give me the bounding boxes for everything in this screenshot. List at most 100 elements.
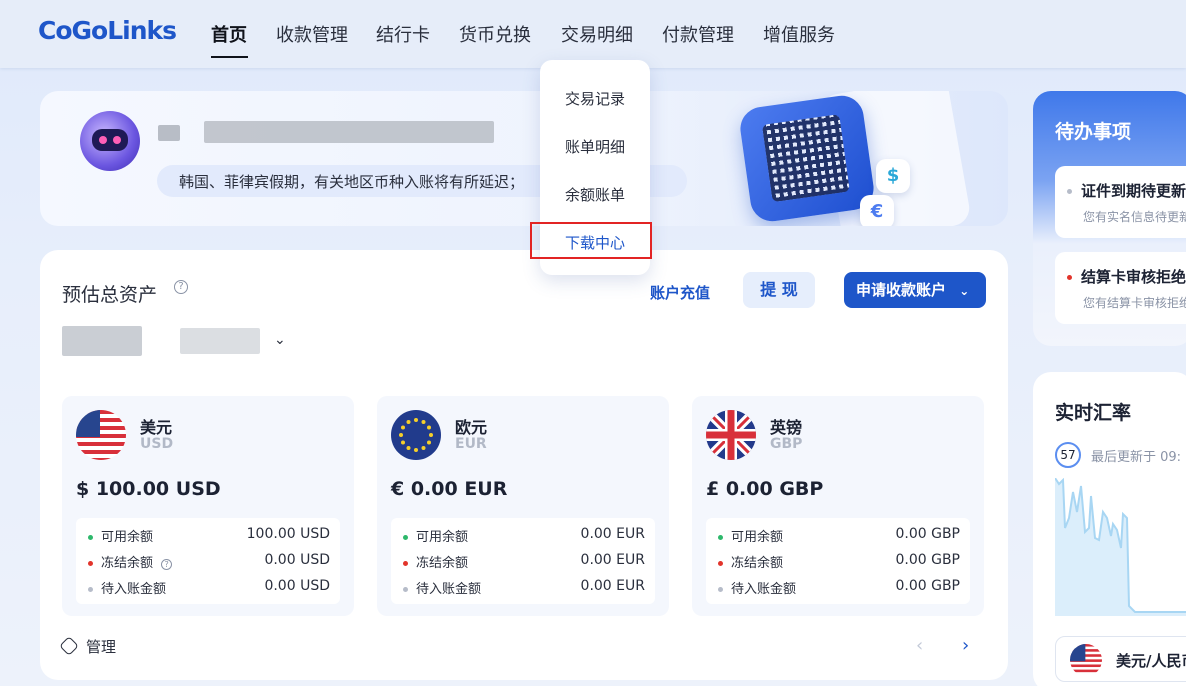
nav-active-indicator bbox=[211, 56, 248, 58]
blurred-total-amount bbox=[180, 328, 260, 354]
euro-coin-icon: € bbox=[860, 195, 894, 226]
currency-card-usd[interactable]: 美元 USD $ 100.00 USD 可用余额 100.00 USD 冻结余额… bbox=[62, 396, 354, 616]
nav-transaction-details[interactable]: 交易明细 bbox=[561, 21, 633, 47]
currency-card-gbp[interactable]: 英镑 GBP £ 0.00 GBP 可用余额 0.00 GBP 冻结余额 0.0… bbox=[692, 396, 984, 616]
todo-item-desc: 您有实名信息待更新 bbox=[1083, 210, 1186, 224]
blurred-greeting bbox=[204, 121, 494, 143]
nav-home[interactable]: 首页 bbox=[211, 21, 247, 47]
chevron-down-icon: ⌄ bbox=[959, 284, 970, 298]
nav-currency-exchange[interactable]: 货币兑换 bbox=[459, 21, 531, 47]
status-dot bbox=[403, 535, 408, 540]
blurred-total-amount bbox=[62, 326, 142, 356]
question-circle-icon[interactable]: ? bbox=[174, 280, 188, 294]
manage-label: 管理 bbox=[86, 638, 117, 656]
balance-detail-box: 可用余额 0.00 GBP 冻结余额 0.00 GBP 待入账金额 0.00 G… bbox=[706, 518, 970, 604]
blurred-greeting bbox=[158, 125, 180, 141]
row-label: 冻结余额 bbox=[416, 556, 469, 571]
highlight-frame bbox=[530, 222, 652, 259]
robot-face bbox=[92, 129, 128, 151]
dropdown-item-bill-details[interactable]: 账单明细 bbox=[540, 136, 650, 157]
manage-link[interactable]: 管理 bbox=[59, 636, 117, 657]
frozen-balance-row: 冻结余额 0.00 EUR bbox=[403, 552, 645, 571]
nav-settlement-card[interactable]: 结行卡 bbox=[376, 21, 430, 47]
currency-amount: € 0.00 EUR bbox=[391, 478, 508, 500]
dollar-coin-icon: $ bbox=[876, 159, 910, 193]
available-balance-row: 可用余额 100.00 USD bbox=[88, 526, 330, 545]
row-label: 待入账金额 bbox=[101, 582, 167, 597]
nav-receipt-management[interactable]: 收款管理 bbox=[276, 21, 348, 47]
status-dot bbox=[1067, 189, 1072, 194]
frozen-balance-row: 冻结余额 0.00 GBP bbox=[718, 552, 960, 571]
welcome-banner: 韩国、菲律宾假期，有关地区币种入账将有所延迟； $ € bbox=[40, 91, 1008, 226]
available-balance-row: 可用余额 0.00 GBP bbox=[718, 526, 960, 545]
qr-code-pattern bbox=[761, 114, 850, 203]
status-dot bbox=[718, 587, 723, 592]
robot-eye bbox=[113, 136, 121, 144]
rate-pair-usd-cny[interactable]: 美元/人民币 bbox=[1055, 636, 1186, 682]
dropdown-item-transaction-records[interactable]: 交易记录 bbox=[540, 88, 650, 109]
frozen-balance-row: 冻结余额 ? 0.00 USD bbox=[88, 552, 330, 571]
uk-flag-icon bbox=[706, 410, 756, 460]
top-navbar: CoGoLinks 首页 收款管理 结行卡 货币兑换 交易明细 付款管理 增值服… bbox=[0, 0, 1186, 68]
row-value: 0.00 EUR bbox=[580, 578, 645, 594]
row-value: 0.00 EUR bbox=[580, 526, 645, 542]
status-dot bbox=[718, 535, 723, 540]
next-page-icon[interactable]: › bbox=[962, 635, 969, 656]
row-label: 冻结余额 bbox=[731, 556, 784, 571]
apply-account-button[interactable]: 申请收款账户 ⌄ bbox=[844, 272, 986, 308]
pending-balance-row: 待入账金额 0.00 USD bbox=[88, 578, 330, 597]
todo-item-card-review-rejected[interactable]: 结算卡审核拒绝 您有结算卡审核拒绝 bbox=[1055, 252, 1186, 324]
status-dot bbox=[88, 561, 93, 566]
robot-eye bbox=[99, 136, 107, 144]
currency-name: 美元 bbox=[140, 418, 173, 437]
nav-payment-management[interactable]: 付款管理 bbox=[662, 21, 734, 47]
pending-balance-row: 待入账金额 0.00 EUR bbox=[403, 578, 645, 597]
total-assets-title: 预估总资产 bbox=[62, 284, 158, 306]
currency-code: EUR bbox=[455, 436, 487, 452]
currency-amount: $ 100.00 USD bbox=[76, 478, 221, 500]
row-value: 0.00 USD bbox=[264, 578, 330, 594]
currency-code: GBP bbox=[770, 436, 803, 452]
row-value: 0.00 USD bbox=[264, 552, 330, 568]
prev-page-icon[interactable]: ‹ bbox=[916, 635, 923, 656]
todo-title: 待办事项 bbox=[1055, 121, 1132, 143]
todo-item-document-expiry[interactable]: 证件到期待更新 您有实名信息待更新 bbox=[1055, 166, 1186, 238]
us-flag-icon bbox=[76, 410, 126, 460]
currency-name: 欧元 bbox=[455, 418, 488, 437]
rate-trend-chart bbox=[1055, 478, 1186, 616]
status-dot bbox=[88, 587, 93, 592]
row-label: 待入账金额 bbox=[416, 582, 482, 597]
row-value: 0.00 EUR bbox=[580, 552, 645, 568]
row-label: 可用余额 bbox=[731, 530, 784, 545]
nav-value-added-services[interactable]: 增值服务 bbox=[763, 21, 835, 47]
row-value: 0.00 GBP bbox=[895, 578, 960, 594]
qr-code-illustration bbox=[737, 92, 877, 225]
status-dot bbox=[403, 561, 408, 566]
todo-panel: 待办事项 证件到期待更新 您有实名信息待更新 结算卡审核拒绝 您有结算卡审核拒绝 bbox=[1033, 91, 1186, 346]
currency-select-chevron-icon[interactable]: ⌄ bbox=[274, 332, 286, 348]
robot-avatar-icon bbox=[80, 111, 140, 171]
apply-account-label: 申请收款账户 bbox=[856, 281, 947, 299]
todo-item-title: 结算卡审核拒绝 bbox=[1067, 266, 1186, 287]
todo-item-title-text: 证件到期待更新 bbox=[1081, 182, 1186, 200]
rate-pair-label: 美元/人民币 bbox=[1116, 652, 1186, 670]
app-logo[interactable]: CoGoLinks bbox=[38, 16, 177, 45]
withdraw-button[interactable]: 提 现 bbox=[743, 272, 815, 308]
exchange-rates-panel: 实时汇率 57 最后更新于 09: 美元/人民币 bbox=[1033, 372, 1186, 686]
row-label: 冻结余额 bbox=[101, 556, 154, 571]
row-label: 待入账金额 bbox=[731, 582, 797, 597]
row-value: 0.00 GBP bbox=[895, 526, 960, 542]
us-flag-icon bbox=[1070, 644, 1102, 676]
balance-detail-box: 可用余额 0.00 EUR 冻结余额 0.00 EUR 待入账金额 0.00 E… bbox=[391, 518, 655, 604]
available-balance-row: 可用余额 0.00 EUR bbox=[403, 526, 645, 545]
rates-title: 实时汇率 bbox=[1055, 402, 1132, 424]
eu-flag-icon bbox=[391, 410, 441, 460]
row-label: 可用余额 bbox=[101, 530, 154, 545]
total-assets-card: 预估总资产 ? 账户充值 提 现 申请收款账户 ⌄ ⌄ 美元 USD $ 100… bbox=[40, 250, 1008, 680]
dropdown-item-balance-statement[interactable]: 余额账单 bbox=[540, 184, 650, 205]
recharge-button[interactable]: 账户充值 bbox=[650, 282, 710, 303]
currency-card-eur[interactable]: 欧元 EUR € 0.00 EUR 可用余额 0.00 EUR 冻结余额 0.0… bbox=[377, 396, 669, 616]
question-circle-icon[interactable]: ? bbox=[161, 559, 173, 570]
row-label: 可用余额 bbox=[416, 530, 469, 545]
currency-name: 英镑 bbox=[770, 418, 803, 437]
